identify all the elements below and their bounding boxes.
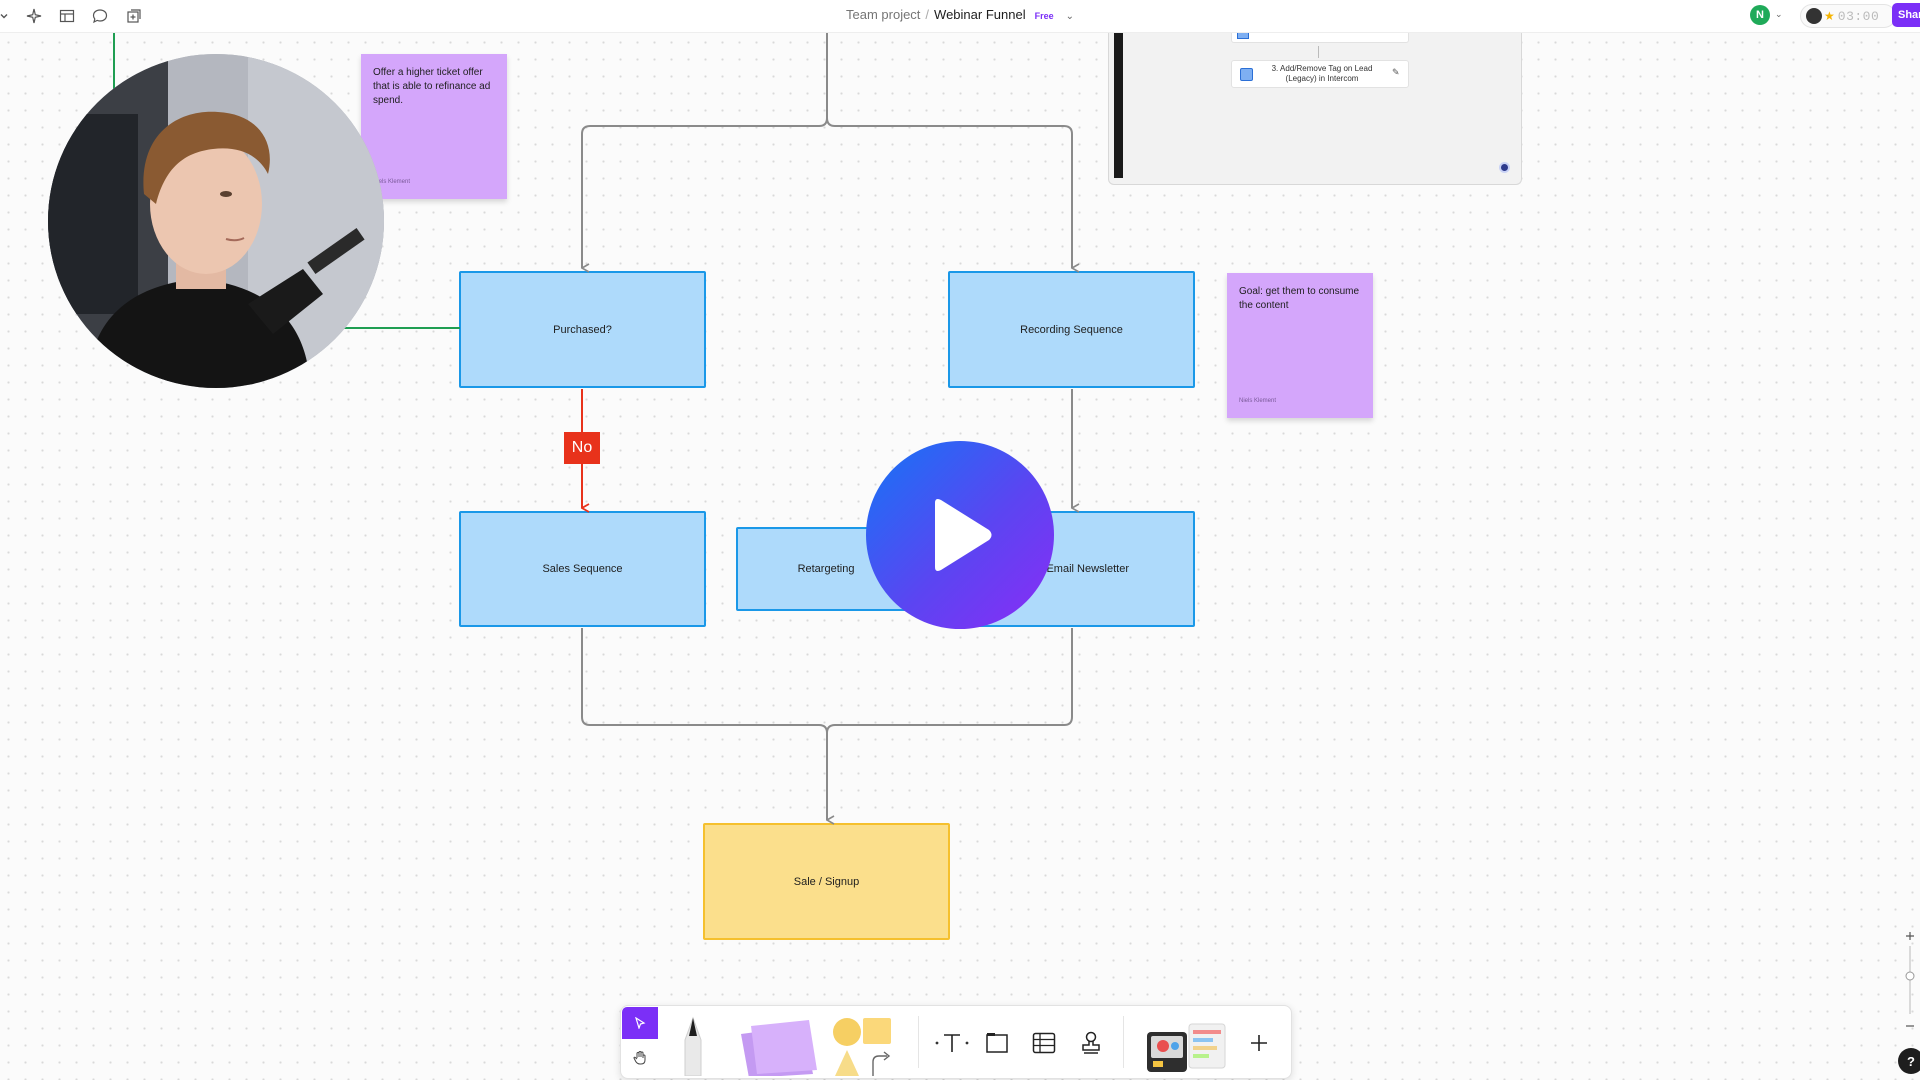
toolbar-divider [1123,1016,1124,1068]
embedded-screenshot[interactable]: 3. Add/Remove Tag on Lead (Legacy) in In… [1108,32,1522,185]
help-button[interactable]: ? [1898,1048,1920,1074]
timer-text: 03:00 [1837,8,1880,24]
share-button[interactable]: Share [1892,3,1920,27]
presenter-image [48,54,384,388]
embed-step-text: 3. Add/Remove Tag on Lead (Legacy) in In… [1271,64,1373,83]
timer-avatar [1806,8,1822,24]
section-tool-icon[interactable] [981,1028,1013,1058]
top-bar: Team project / Webinar Funnel Free ⌄ N ⌄ ★ 0… [0,0,1920,33]
edge-label-no[interactable]: No [564,432,600,464]
embed-step-icon [1237,32,1249,39]
embed-previous-step [1231,32,1409,43]
embed-status-icon [1499,162,1510,173]
embed-connector [1318,46,1319,58]
hand-tool-icon[interactable] [622,1042,658,1074]
timer-widget[interactable]: ★ 03:00 [1800,4,1896,28]
toolbar-divider [918,1016,919,1068]
widgets-tool-icon[interactable] [1141,1016,1231,1076]
pencil-icon: ✎ [1392,67,1400,77]
connector-sales-merge [581,628,827,820]
embed-dark-bar [1114,32,1123,178]
bottom-toolbar [620,1005,1292,1079]
webcam-overlay [48,54,384,388]
plan-badge: Free [1034,11,1054,21]
intercom-icon [1240,68,1253,81]
breadcrumb-separator: / [925,7,930,22]
video-play-button[interactable] [866,441,1054,629]
file-name[interactable]: Webinar Funnel [934,7,1026,22]
stamp-tool-icon[interactable] [1075,1028,1107,1058]
marker-tool-icon[interactable] [671,1012,715,1076]
breadcrumb: Team project / Webinar Funnel Free ⌄ [0,7,1920,22]
connector-newsletter-merge [826,628,1073,734]
star-icon: ★ [1824,9,1835,23]
avatar-chevron-icon[interactable]: ⌄ [1775,9,1783,20]
sticky-note-tool-icon[interactable] [733,1016,821,1076]
select-tool-icon[interactable] [622,1007,658,1039]
zoom-slider[interactable] [1900,930,1920,1030]
breadcrumb-team-project[interactable]: Team project [846,7,920,22]
file-menu-chevron-icon[interactable]: ⌄ [1066,11,1074,22]
table-tool-icon[interactable] [1028,1028,1060,1058]
more-tools-icon[interactable] [1243,1028,1275,1058]
connector-top-trunk [826,32,1072,268]
user-avatar[interactable]: N [1750,5,1770,25]
shapes-tool-icon[interactable] [829,1014,899,1076]
text-tool-icon[interactable] [934,1028,970,1058]
connector-top-left [581,117,828,268]
play-icon [935,499,992,571]
embed-step-card: 3. Add/Remove Tag on Lead (Legacy) in In… [1231,60,1409,88]
